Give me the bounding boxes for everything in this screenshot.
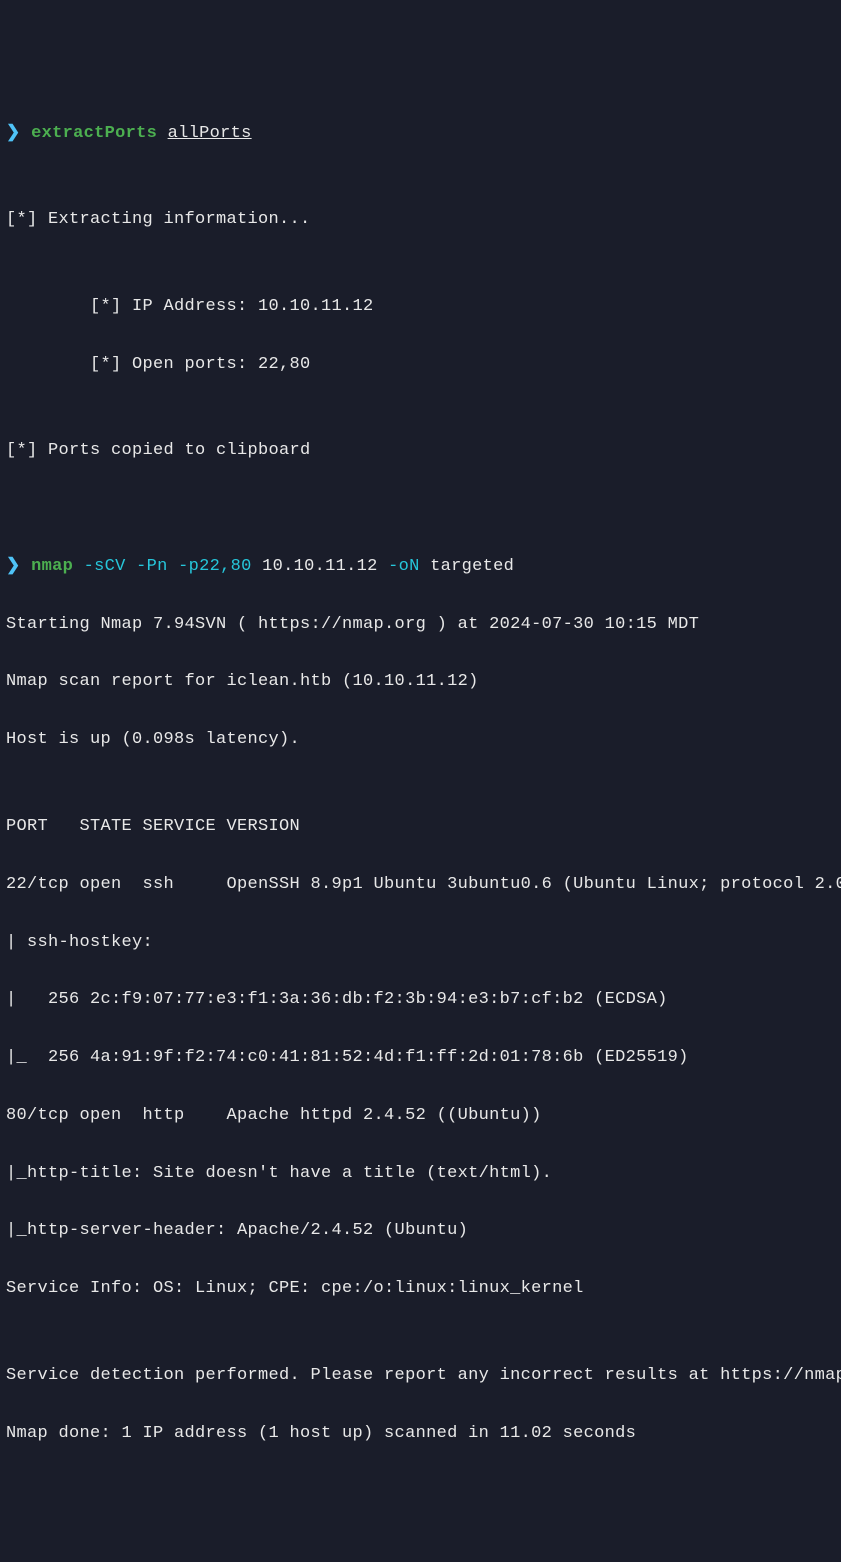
command-target: 10.10.11.12	[252, 557, 378, 576]
command-name: extractPorts	[31, 124, 157, 143]
command-line-2[interactable]: ❯ nmap -sCV -Pn -p22,80 10.10.11.12 -oN …	[6, 553, 835, 582]
output-line: [*] Open ports: 22,80	[6, 351, 835, 380]
terminal-output: ❯ extractPorts allPorts [*] Extracting i…	[6, 120, 835, 1449]
output-line: [*] IP Address: 10.10.11.12	[6, 293, 835, 322]
prompt-icon: ❯	[6, 124, 21, 143]
output-line: Service Info: OS: Linux; CPE: cpe:/o:lin…	[6, 1275, 835, 1304]
output-line: | 256 2c:f9:07:77:e3:f1:3a:36:db:f2:3b:9…	[6, 986, 835, 1015]
command-outfile: targeted	[420, 557, 515, 576]
output-line: |_http-title: Site doesn't have a title …	[6, 1160, 835, 1189]
output-line: |_http-server-header: Apache/2.4.52 (Ubu…	[6, 1217, 835, 1246]
output-line: | ssh-hostkey:	[6, 929, 835, 958]
command-line-1[interactable]: ❯ extractPorts allPorts	[6, 120, 835, 149]
output-line: |_ 256 4a:91:9f:f2:74:c0:41:81:52:4d:f1:…	[6, 1044, 835, 1073]
output-line: Nmap scan report for iclean.htb (10.10.1…	[6, 668, 835, 697]
output-line: PORT STATE SERVICE VERSION	[6, 813, 835, 842]
command-name: nmap	[31, 557, 73, 576]
output-line: 22/tcp open ssh OpenSSH 8.9p1 Ubuntu 3ub…	[6, 871, 835, 900]
command-arg: allPorts	[168, 124, 252, 143]
command-flags: -sCV -Pn -p22,80	[73, 557, 252, 576]
output-line: 80/tcp open http Apache httpd 2.4.52 ((U…	[6, 1102, 835, 1131]
output-line: Nmap done: 1 IP address (1 host up) scan…	[6, 1420, 835, 1449]
output-line: [*] Extracting information...	[6, 206, 835, 235]
command-flags: -oN	[378, 557, 420, 576]
output-line: Service detection performed. Please repo…	[6, 1362, 835, 1391]
output-line: [*] Ports copied to clipboard	[6, 437, 835, 466]
output-line: Starting Nmap 7.94SVN ( https://nmap.org…	[6, 611, 835, 640]
output-line: Host is up (0.098s latency).	[6, 726, 835, 755]
prompt-icon: ❯	[6, 557, 21, 576]
